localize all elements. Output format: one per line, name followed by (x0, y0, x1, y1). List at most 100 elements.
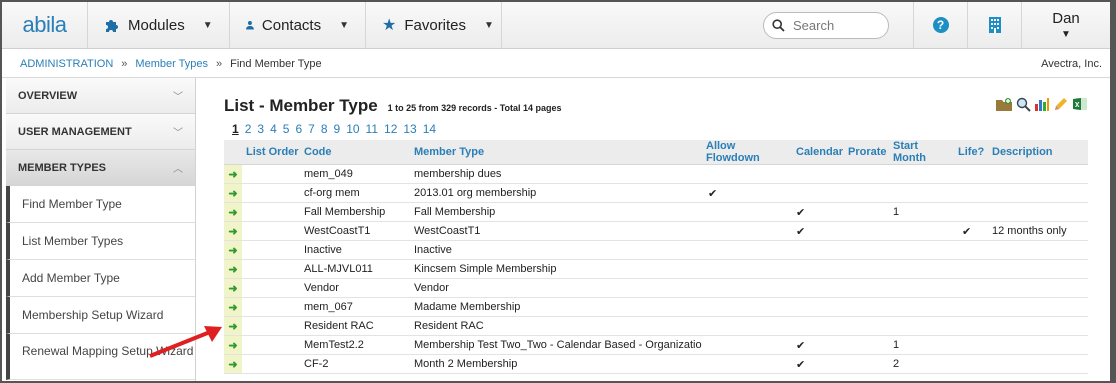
page-link[interactable]: 11 (366, 122, 378, 136)
organization-button[interactable] (968, 2, 1022, 48)
table-row: ➜ mem_049 membership dues (224, 164, 1088, 184)
search-placeholder: Search (793, 17, 835, 33)
column-header-calendar[interactable]: Calendar (792, 140, 844, 165)
page-link[interactable]: 12 (384, 122, 397, 136)
cell-description (988, 354, 1088, 374)
cell-code: Resident RAC (300, 316, 410, 336)
cell-list-order (242, 183, 300, 203)
cell-description (988, 240, 1088, 260)
column-header-description[interactable]: Description (988, 140, 1088, 165)
cell-prorate (844, 259, 889, 279)
main-content: List - Member Type 1 to 25 from 329 reco… (224, 96, 1088, 374)
row-open-arrow-icon[interactable]: ➜ (224, 335, 242, 355)
cell-life (954, 335, 988, 355)
row-open-arrow-icon[interactable]: ➜ (224, 297, 242, 317)
cell-allow-flowdown (702, 202, 792, 222)
cell-code: MemTest2.2 (300, 335, 410, 355)
cell-allow-flowdown (702, 335, 792, 355)
sidebar-section-overview[interactable]: OVERVIEW ﹀ (6, 78, 195, 114)
magnifier-icon[interactable] (1015, 96, 1031, 112)
cell-prorate (844, 278, 889, 298)
search-input[interactable]: Search (763, 11, 889, 39)
row-open-arrow-icon[interactable]: ➜ (224, 354, 242, 374)
breadcrumb-member-types[interactable]: Member Types (135, 58, 208, 70)
cell-prorate (844, 202, 889, 222)
column-header-life[interactable]: Life? (954, 140, 988, 165)
cell-code: cf-org mem (300, 183, 410, 203)
breadcrumb-separator: » (121, 57, 128, 70)
cell-calendar: ✔ (792, 335, 844, 355)
modules-menu[interactable]: Modules ▼ (88, 2, 230, 48)
arrow-right-icon: ➜ (228, 225, 238, 238)
help-button[interactable]: ? (914, 2, 968, 48)
sidebar-item-add-member-type[interactable]: Add Member Type (6, 260, 195, 297)
page-link[interactable]: 3 (257, 122, 264, 136)
cell-list-order (242, 297, 300, 317)
app-window: abila Modules ▼ Contacts ▼ ★ Favorites ▼ (0, 0, 1116, 383)
cell-member-type: WestCoastT1 (410, 221, 702, 241)
page-link[interactable]: 13 (403, 122, 416, 136)
user-name: Dan (1052, 10, 1080, 27)
cell-start-month (889, 297, 954, 317)
cell-list-order (242, 202, 300, 222)
column-header-allow-flowdown[interactable]: Allow Flowdown (702, 140, 792, 165)
page-link[interactable]: 2 (245, 122, 252, 136)
sidebar-section-user-management[interactable]: USER MANAGEMENT ﹀ (6, 114, 195, 150)
person-icon (246, 21, 254, 30)
cell-description (988, 202, 1088, 222)
sidebar-item-find-member-type[interactable]: Find Member Type (6, 186, 195, 223)
page-link[interactable]: 6 (295, 122, 302, 136)
cell-code: ALL-MJVL011 (300, 259, 410, 279)
cell-allow-flowdown (702, 164, 792, 184)
contacts-label: Contacts (261, 16, 322, 34)
abila-logo[interactable]: abila (2, 2, 88, 48)
sidebar-item-list-member-types[interactable]: List Member Types (6, 223, 195, 260)
column-header-member-type[interactable]: Member Type (410, 140, 702, 165)
page-link[interactable]: 4 (270, 122, 277, 136)
cell-calendar (792, 297, 844, 317)
sidebar-section-member-types[interactable]: MEMBER TYPES ︿ (6, 150, 195, 186)
table-row: ➜ Resident RAC Resident RAC (224, 316, 1088, 336)
chart-icon[interactable] (1034, 96, 1050, 112)
cell-calendar: ✔ (792, 354, 844, 374)
arrow-right-icon: ➜ (228, 301, 238, 314)
arrow-right-icon: ➜ (228, 320, 238, 333)
page-link[interactable]: 9 (334, 122, 341, 136)
row-open-arrow-icon[interactable]: ➜ (224, 259, 242, 279)
user-menu[interactable]: Dan ▼ (1022, 2, 1110, 48)
caret-down-icon: ▼ (484, 19, 494, 31)
column-header-prorate[interactable]: Prorate (844, 140, 889, 165)
row-open-arrow-icon[interactable]: ➜ (224, 316, 242, 336)
page-link[interactable]: 5 (283, 122, 290, 136)
cell-start-month (889, 278, 954, 298)
add-folder-icon[interactable] (996, 96, 1012, 112)
column-header-start-month[interactable]: Start Month (889, 140, 954, 165)
excel-export-icon[interactable] (1072, 96, 1088, 112)
row-open-arrow-icon[interactable]: ➜ (224, 202, 242, 222)
breadcrumb-separator: » (215, 57, 223, 70)
breadcrumb-administration[interactable]: ADMINISTRATION (20, 58, 113, 70)
row-open-arrow-icon[interactable]: ➜ (224, 183, 242, 203)
pencil-icon[interactable] (1053, 96, 1069, 112)
contacts-menu[interactable]: Contacts ▼ (230, 2, 366, 48)
page-link[interactable]: 14 (423, 122, 436, 136)
table-row: ➜ Vendor Vendor (224, 278, 1088, 298)
row-open-arrow-icon[interactable]: ➜ (224, 221, 242, 241)
row-open-arrow-icon[interactable]: ➜ (224, 240, 242, 260)
column-header-list-order[interactable]: List Order (242, 140, 300, 165)
cell-list-order (242, 259, 300, 279)
row-open-arrow-icon[interactable]: ➜ (224, 164, 242, 184)
page-link[interactable]: 7 (308, 122, 315, 136)
row-open-arrow-icon[interactable]: ➜ (224, 278, 242, 298)
page-link[interactable]: 10 (346, 122, 359, 136)
cell-start-month: 1 (889, 202, 954, 222)
favorites-menu[interactable]: ★ Favorites ▼ (366, 2, 502, 48)
cell-description (988, 259, 1088, 279)
page-link[interactable]: 8 (321, 122, 328, 136)
page-link-current[interactable]: 1 (232, 122, 239, 136)
column-header-code[interactable]: Code (300, 140, 410, 165)
cell-allow-flowdown: ✔ (702, 183, 792, 203)
cell-list-order (242, 316, 300, 336)
cell-member-type: Resident RAC (410, 316, 702, 336)
